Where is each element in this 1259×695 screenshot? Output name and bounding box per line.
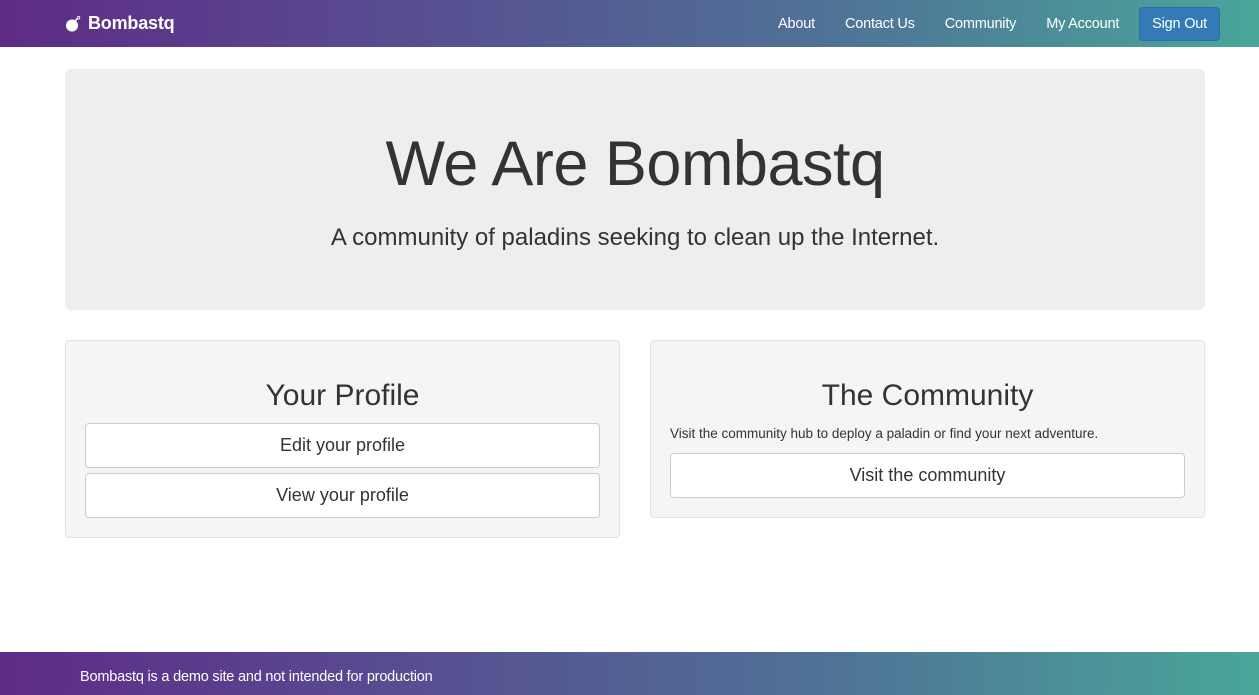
profile-panel-title: Your Profile (265, 379, 420, 412)
nav-link-community[interactable]: Community (930, 0, 1032, 47)
navbar: Bombastq About Contact Us Community My A… (0, 0, 1259, 47)
footer: Bombastq is a demo site and not intended… (0, 652, 1259, 695)
community-description: Visit the community hub to deploy a pala… (670, 426, 1099, 441)
edit-profile-button[interactable]: Edit your profile (85, 423, 600, 468)
brand-name: Bombastq (88, 13, 175, 33)
footer-text: Bombastq is a demo site and not intended… (80, 669, 433, 685)
hero-jumbotron: We Are Bombastq A community of paladins … (65, 69, 1205, 310)
nav-link-contact-us[interactable]: Contact Us (830, 0, 930, 47)
brand-link[interactable]: Bombastq (65, 0, 175, 47)
profile-panel: Your Profile Edit your profile View your… (65, 340, 620, 538)
bomb-icon (65, 15, 81, 32)
nav-link-about[interactable]: About (763, 0, 830, 47)
community-panel-title: The Community (821, 379, 1034, 412)
nav-menu: About Contact Us Community My Account Si… (763, 0, 1220, 47)
community-panel: The Community Visit the community hub to… (650, 340, 1205, 518)
visit-community-button[interactable]: Visit the community (670, 453, 1185, 498)
hero-title: We Are Bombastq (385, 129, 885, 199)
sign-out-button[interactable]: Sign Out (1139, 6, 1220, 41)
view-profile-button[interactable]: View your profile (85, 473, 600, 518)
hero-subtitle: A community of paladins seeking to clean… (330, 224, 940, 251)
nav-link-my-account[interactable]: My Account (1031, 0, 1134, 47)
